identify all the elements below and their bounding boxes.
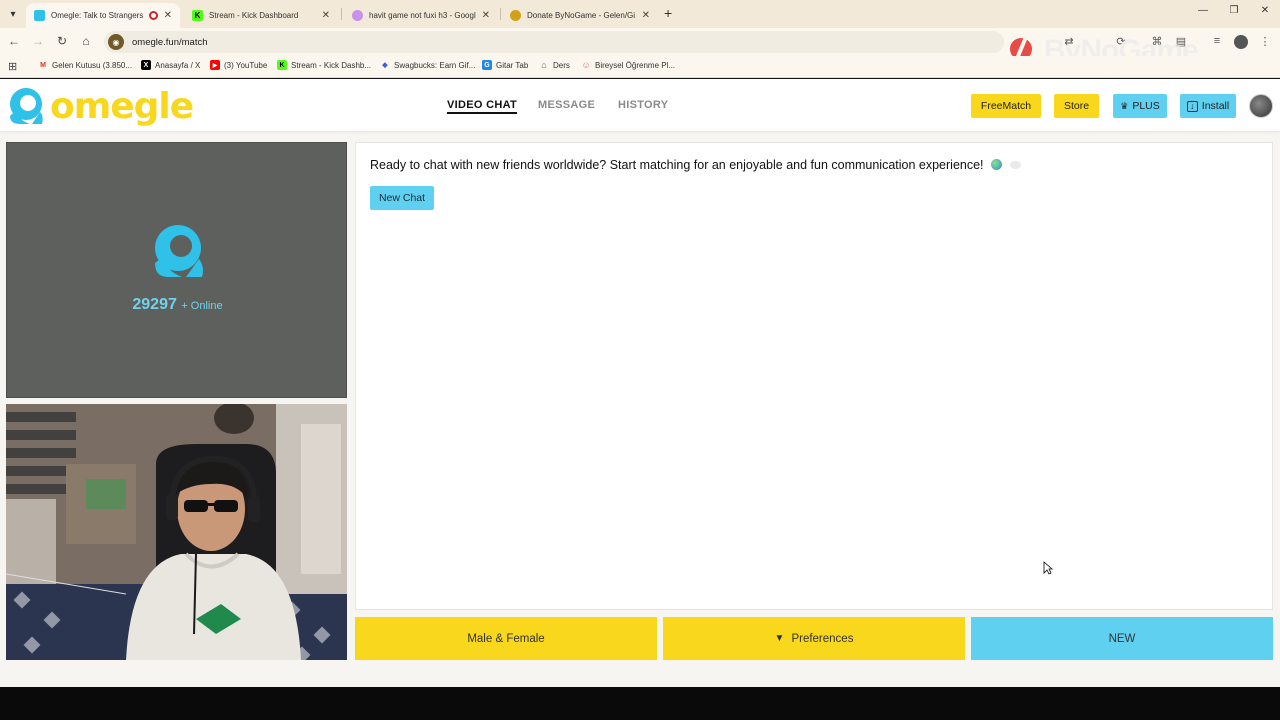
tab-divider [500, 8, 501, 20]
address-bar[interactable]: ◉ omegle.fun/match [104, 31, 1004, 53]
forward-icon[interactable]: → [30, 34, 46, 48]
google-favicon-icon [352, 10, 363, 21]
bookmark-gitar-tab[interactable]: G Gitar Tab [482, 60, 528, 70]
bookmark-label: Gitar Tab [496, 60, 529, 70]
close-tab-icon[interactable]: ✕ [164, 10, 172, 21]
bookmark-x[interactable]: X Anasayfa / X [141, 60, 200, 70]
logo-text: omegle [50, 85, 194, 127]
omegle-logo[interactable]: omegle [6, 85, 194, 127]
browser-profile-avatar[interactable] [1234, 35, 1248, 49]
back-icon[interactable]: ← [6, 34, 22, 48]
minimize-icon[interactable]: — [1193, 5, 1213, 16]
swagbucks-icon: ◆ [382, 62, 388, 69]
tab-label: Stream - Kick Dashboard [209, 11, 299, 20]
tab-kick-dashboard[interactable]: K Stream - Kick Dashboard ✕ [184, 3, 338, 28]
youtube-icon: ▶ [210, 60, 220, 70]
tab-omegle[interactable]: Omegle: Talk to Strangers w ✕ [26, 3, 180, 28]
omegle-placeholder-icon [155, 225, 203, 277]
bookmark-label: Ders [553, 60, 570, 70]
home-icon[interactable]: ⌂ [78, 34, 94, 48]
download-icon: ↓ [1186, 100, 1198, 112]
tab-label: Omegle: Talk to Strangers w [51, 11, 145, 20]
home-icon: ⌂ [541, 60, 547, 70]
learning-icon: ☺ [581, 60, 591, 70]
tab-label: havit game not fuxi h3 - Googl [369, 11, 476, 20]
bookmark-ders[interactable]: ⌂ Ders [539, 60, 570, 70]
bookmark-label: Swagbucks: Earn Gif... [394, 60, 476, 70]
x-icon: X [141, 60, 151, 70]
speech-bubble-emoji-icon [1009, 161, 1021, 169]
user-avatar[interactable] [1249, 94, 1273, 118]
chat-intro-text: Ready to chat with new friends worldwide… [370, 158, 984, 172]
tab-search-chevron-icon[interactable]: ▾ [4, 5, 22, 23]
install-button[interactable]: ↓ Install [1180, 94, 1236, 118]
bookmark-label: Anasayfa / X [155, 60, 201, 70]
apps-grid-icon[interactable]: ⊞ [8, 60, 20, 73]
kick-icon: K [277, 60, 287, 70]
close-tab-icon[interactable]: ✕ [322, 10, 330, 21]
omegle-logo-icon [10, 88, 43, 124]
bookmarks-bar: ⊞ M Gelen Kutusu (3.850... X Anasayfa / … [0, 56, 1280, 78]
plus-label: PLUS [1132, 100, 1160, 112]
bookmark-swagbucks[interactable]: ◆ Swagbucks: Earn Gif... [380, 60, 475, 70]
screen-bottom-bar [0, 687, 1280, 720]
bookmark-label: (3) YouTube [224, 60, 268, 70]
stranger-video-panel: 29297 + Online [6, 142, 347, 398]
tab-google-search[interactable]: havit game not fuxi h3 - Googl ✕ [344, 3, 498, 28]
browser-menu-icon[interactable]: ⋮ [1258, 35, 1272, 48]
install-label: Install [1201, 100, 1230, 112]
online-counter: 29297 + Online [7, 296, 348, 314]
online-label: + Online [181, 300, 223, 312]
nav-video-chat[interactable]: VIDEO CHAT [447, 99, 518, 114]
crown-icon: ♛ [1120, 100, 1129, 111]
chat-panel: Ready to chat with new friends worldwide… [355, 142, 1273, 610]
nav-history[interactable]: HISTORY [618, 99, 668, 111]
reload-icon[interactable]: ↻ [54, 34, 70, 48]
globe-emoji-icon [991, 159, 1003, 170]
new-tab-icon[interactable]: + [664, 5, 672, 21]
freematch-button[interactable]: FreeMatch [971, 94, 1041, 118]
mouse-cursor-icon [1043, 561, 1053, 575]
bookmark-youtube[interactable]: ▶ (3) YouTube [210, 60, 267, 70]
url-text[interactable]: omegle.fun/match [132, 37, 208, 48]
close-tab-icon[interactable]: ✕ [482, 10, 490, 21]
close-window-icon[interactable]: ✕ [1255, 5, 1275, 16]
close-tab-icon[interactable]: ✕ [642, 10, 650, 21]
donate-favicon-icon [510, 10, 521, 21]
bookmark-gmail[interactable]: M Gelen Kutusu (3.850... [38, 60, 132, 70]
new-chat-button[interactable]: New Chat [370, 186, 434, 210]
nav-message[interactable]: MESSAGE [538, 99, 595, 111]
plus-button[interactable]: ♛ PLUS [1113, 94, 1167, 118]
webcam-feed-image [6, 404, 347, 660]
preferences-button[interactable]: ▼ Preferences [663, 617, 965, 660]
self-webcam-video [6, 404, 347, 660]
tab-divider [341, 8, 342, 20]
bookmark-bireysel[interactable]: ☺ Bireysel Öğrenme Pl... [581, 60, 675, 70]
tab-donate-bynogame[interactable]: Donate ByNoGame - Gelen/Gi ✕ [502, 3, 658, 28]
site-info-icon[interactable]: ◉ [108, 34, 124, 50]
bookmark-kick[interactable]: K Stream - Kick Dashb... [277, 60, 371, 70]
tab-label: Donate ByNoGame - Gelen/Gi [527, 11, 636, 20]
site-header: omegle VIDEO CHAT MESSAGE HISTORY FreeMa… [0, 79, 1280, 131]
bookmark-label: Bireysel Öğrenme Pl... [595, 60, 676, 70]
chat-intro-message: Ready to chat with new friends worldwide… [370, 158, 1021, 172]
recording-indicator-icon [148, 11, 158, 20]
bookmark-label: Gelen Kutusu (3.850... [52, 60, 133, 70]
gender-filter-button[interactable]: Male & Female [355, 617, 657, 660]
bookmark-label: Stream - Kick Dashb... [291, 60, 372, 70]
gmail-icon: M [40, 61, 46, 69]
preferences-label: Preferences [791, 632, 854, 645]
browser-tab-bar: ▾ Omegle: Talk to Strangers w ✕ K Stream… [0, 0, 1280, 28]
online-count: 29297 [132, 296, 177, 313]
kick-favicon-icon: K [192, 10, 203, 21]
omegle-page: omegle VIDEO CHAT MESSAGE HISTORY FreeMa… [0, 79, 1280, 687]
store-button[interactable]: Store [1054, 94, 1099, 118]
new-match-button[interactable]: NEW [971, 617, 1273, 660]
restore-icon[interactable]: ❐ [1224, 5, 1244, 16]
gitar-tab-icon: G [482, 60, 492, 70]
filter-icon: ▼ [774, 633, 785, 644]
omegle-favicon-icon [34, 10, 45, 21]
